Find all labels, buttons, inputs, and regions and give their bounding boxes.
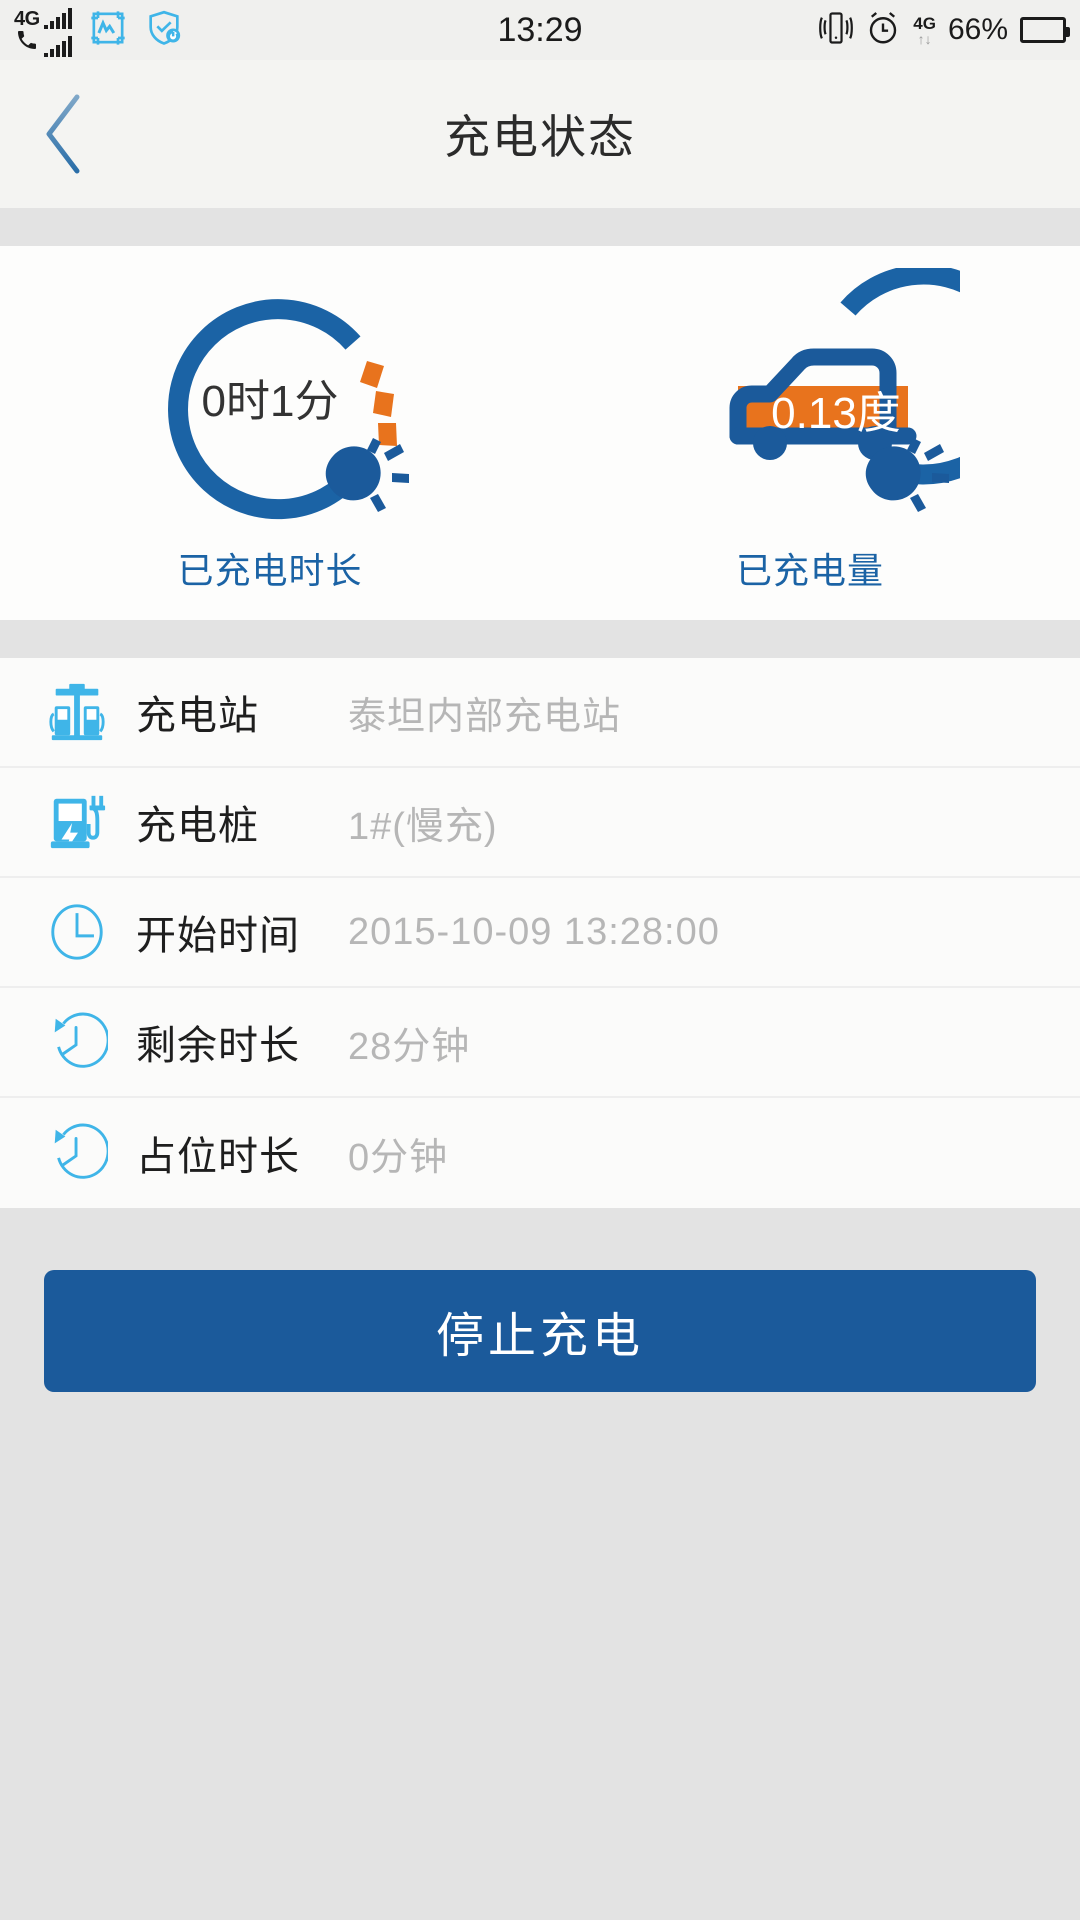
detail-value: 28分钟 — [348, 1025, 471, 1068]
timer-icon — [44, 1009, 110, 1075]
charging-station-icon — [44, 679, 110, 745]
duration-gauge-graphic: 0时1分 — [120, 268, 420, 536]
detail-value: 1#(慢充) — [348, 805, 498, 848]
detail-row-station[interactable]: 充电站 泰坦内部充电站 — [0, 658, 1080, 768]
timer-icon — [44, 1120, 110, 1186]
detail-row-occupy-time[interactable]: 占位时长 0分钟 — [0, 1098, 1080, 1208]
vibrate-icon — [819, 10, 854, 51]
duration-progress-dashes — [360, 361, 397, 446]
detail-label: 充电站 — [136, 694, 259, 738]
duration-value: 0时1分 — [202, 377, 339, 426]
detail-label: 剩余时长 — [136, 1024, 300, 1068]
section-divider-top — [0, 208, 1080, 246]
detail-label: 开始时间 — [136, 914, 300, 958]
detail-row-start-time[interactable]: 开始时间 2015-10-09 13:28:00 — [0, 878, 1080, 988]
section-divider-middle — [0, 620, 1080, 658]
alarm-clock-icon — [865, 10, 901, 51]
detail-row-pile[interactable]: 充电桩 1#(慢充) — [0, 768, 1080, 878]
detail-value: 0分钟 — [348, 1136, 449, 1179]
gauges-panel: 0时1分 已充电时长 0.13度 已充电量 — [0, 246, 1080, 620]
detail-value: 泰坦内部充电站 — [348, 695, 622, 738]
charging-pile-icon — [44, 789, 110, 855]
detail-row-remaining-time[interactable]: 剩余时长 28分钟 — [0, 988, 1080, 1098]
detail-label: 占位时长 — [136, 1135, 300, 1179]
data-transfer-icon: 4G ↑↓ — [913, 13, 936, 47]
energy-gauge-label: 已充电量 — [735, 550, 884, 591]
charging-details-list: 充电站 泰坦内部充电站 充电桩 1#(慢充) 开始时间 2015-10-09 1… — [0, 658, 1080, 1208]
page-title: 充电状态 — [444, 111, 636, 163]
status-bar-right: 4G ↑↓ 66% — [819, 10, 1070, 51]
status-bar: 4G 13:29 4G ↑↓ 66% — [0, 0, 1080, 60]
battery-percent-label: 66% — [947, 13, 1008, 46]
energy-gauge: 0.13度 已充电量 — [540, 264, 1080, 594]
stop-charging-button[interactable]: 停止充电 — [44, 1270, 1036, 1392]
battery-icon — [1020, 17, 1070, 43]
nav-bar: 充电状态 — [0, 60, 1080, 208]
detail-label: 充电桩 — [136, 804, 259, 848]
page-filler — [0, 1392, 1080, 1920]
energy-value: 0.13度 — [771, 389, 901, 438]
detail-value: 2015-10-09 13:28:00 — [348, 910, 720, 953]
clock-icon — [44, 899, 110, 965]
energy-gauge-graphic: 0.13度 — [660, 264, 1034, 536]
action-area: 停止充电 — [0, 1208, 1080, 1392]
duration-gauge: 0时1分 已充电时长 — [0, 268, 540, 594]
duration-gauge-label: 已充电时长 — [177, 550, 363, 591]
app-screen: 4G 13:29 4G ↑↓ 66% 充电状态 0时1分 已充电时长 0.13度… — [0, 0, 1080, 1920]
